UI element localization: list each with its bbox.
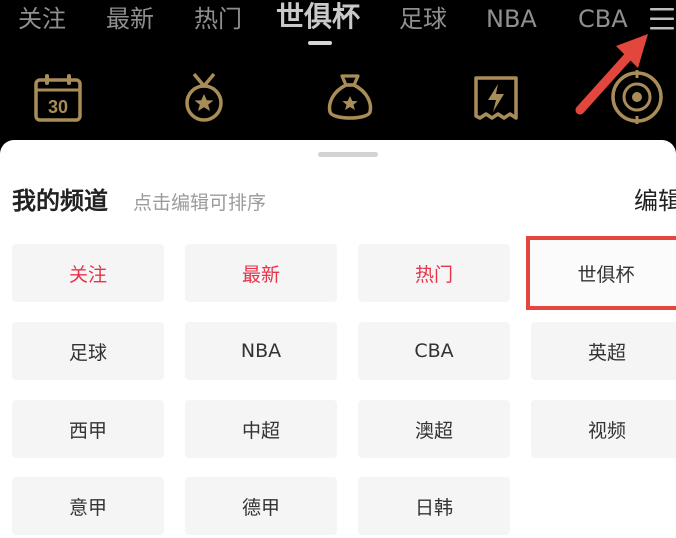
channel-chip[interactable]: 最新 bbox=[185, 244, 337, 302]
tab-latest[interactable]: 最新 bbox=[106, 2, 154, 36]
roulette-icon[interactable] bbox=[606, 66, 668, 128]
channel-chip[interactable]: NBA bbox=[185, 322, 337, 380]
tab-follow[interactable]: 关注 bbox=[18, 2, 66, 36]
tab-hot[interactable]: 热门 bbox=[194, 2, 242, 36]
lottery-ticket-icon[interactable] bbox=[468, 70, 524, 126]
channel-chip[interactable]: 意甲 bbox=[12, 477, 164, 535]
channel-chip[interactable]: 热门 bbox=[358, 244, 510, 302]
channel-chip[interactable]: 关注 bbox=[12, 244, 164, 302]
money-bag-icon[interactable] bbox=[322, 70, 378, 126]
channel-chip[interactable]: 世俱杯 bbox=[526, 236, 676, 310]
channel-chip[interactable]: 德甲 bbox=[185, 477, 337, 535]
channel-chip[interactable]: 日韩 bbox=[358, 477, 510, 535]
top-header: 关注 最新 热门 世俱杯 足球 NBA CBA 30 bbox=[0, 0, 676, 145]
channel-editor-sheet: 我的频道 点击编辑可排序 编辑 关注 最新 热门 世俱杯足球 NBA CBA 英超西甲 中超澳… bbox=[0, 140, 676, 538]
medal-icon[interactable] bbox=[176, 70, 232, 126]
edit-button[interactable]: 编辑 bbox=[634, 184, 676, 218]
my-channels-title: 我的频道 bbox=[12, 187, 108, 215]
calendar-badge-text: 30 bbox=[48, 97, 68, 117]
channel-chip[interactable]: 中超 bbox=[185, 400, 337, 458]
channel-chip[interactable]: 视频 bbox=[531, 400, 676, 458]
channel-tab-bar: 关注 最新 热门 世俱杯 足球 NBA CBA bbox=[0, 0, 676, 45]
tab-football[interactable]: 足球 bbox=[399, 2, 447, 36]
channel-chip[interactable]: 澳超 bbox=[358, 400, 510, 458]
channel-chip[interactable]: 英超 bbox=[531, 322, 676, 380]
tab-cba[interactable]: CBA bbox=[578, 2, 628, 36]
calendar-30-icon[interactable]: 30 bbox=[30, 70, 86, 126]
channel-chip[interactable]: CBA bbox=[358, 322, 510, 380]
menu-icon[interactable] bbox=[648, 6, 676, 32]
active-tab-indicator bbox=[308, 41, 332, 45]
sheet-drag-handle[interactable] bbox=[318, 152, 378, 157]
tab-club-world-cup[interactable]: 世俱杯 bbox=[276, 0, 360, 34]
tab-nba[interactable]: NBA bbox=[486, 2, 537, 36]
channel-chip[interactable]: 足球 bbox=[12, 322, 164, 380]
sort-hint: 点击编辑可排序 bbox=[133, 192, 267, 214]
feature-icon-row: 30 bbox=[0, 60, 676, 140]
channel-chip[interactable]: 西甲 bbox=[12, 400, 164, 458]
